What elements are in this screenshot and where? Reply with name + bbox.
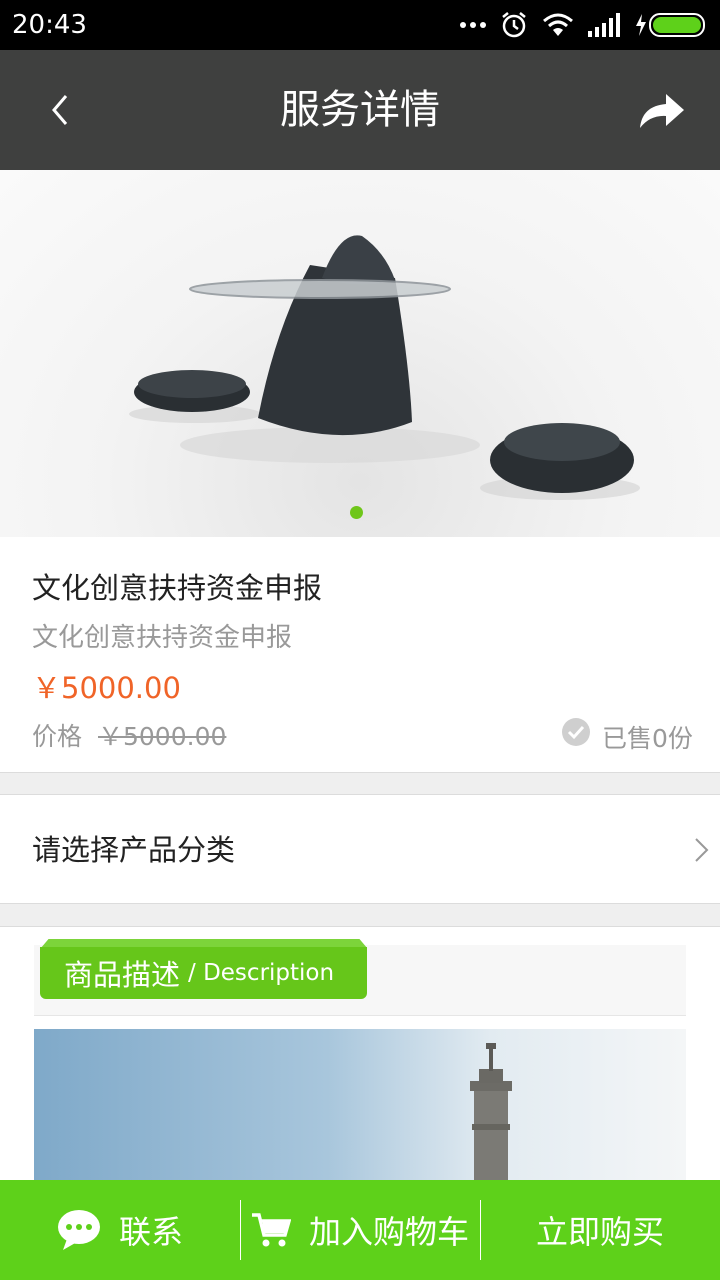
add-to-cart-label: 加入购物车 bbox=[308, 1213, 469, 1251]
product-price: ￥5000.00 bbox=[32, 671, 181, 705]
divider bbox=[240, 1200, 241, 1260]
description-subtitle: / Description bbox=[188, 960, 335, 986]
wifi-icon bbox=[543, 13, 573, 36]
product-subtitle: 文化创意扶持资金申报 bbox=[32, 623, 293, 653]
status-time: 20:43 bbox=[12, 10, 87, 40]
chevron-right-icon bbox=[695, 838, 709, 862]
carousel-indicator-dot[interactable] bbox=[350, 506, 363, 519]
alarm-icon bbox=[502, 12, 526, 38]
buy-now-button[interactable]: 立即购买 bbox=[480, 1180, 720, 1280]
product-image-carousel[interactable] bbox=[0, 170, 720, 537]
description-section: 商品描述 / Description bbox=[0, 926, 720, 1189]
chat-icon bbox=[57, 1210, 100, 1250]
battery-icon bbox=[636, 13, 705, 37]
back-icon[interactable] bbox=[40, 84, 84, 136]
description-tag: 商品描述 / Description bbox=[40, 947, 367, 999]
description-title: 商品描述 bbox=[64, 958, 181, 992]
cart-icon bbox=[251, 1213, 291, 1247]
page-title: 服务详情 bbox=[280, 87, 440, 133]
sold-count: 已售0份 bbox=[602, 724, 693, 753]
contact-button[interactable]: 联系 bbox=[0, 1180, 240, 1280]
title-bar: 服务详情 bbox=[0, 50, 720, 170]
status-bar: 20:43 bbox=[0, 0, 720, 50]
tower-photo bbox=[470, 1043, 512, 1189]
signal-icon bbox=[588, 13, 620, 37]
description-image bbox=[34, 1029, 686, 1189]
check-circle-icon bbox=[562, 718, 590, 746]
description-tag-ear bbox=[41, 939, 367, 947]
add-to-cart-button[interactable]: 加入购物车 bbox=[240, 1180, 480, 1280]
product-image bbox=[129, 235, 640, 500]
share-icon[interactable] bbox=[632, 84, 688, 136]
bottom-action-bar: 联系 加入购物车 立即购买 bbox=[0, 1180, 720, 1280]
product-info-card: 文化创意扶持资金申报 文化创意扶持资金申报 ￥5000.00 价格 ￥5000.… bbox=[0, 537, 720, 773]
product-title: 文化创意扶持资金申报 bbox=[32, 571, 323, 605]
divider bbox=[480, 1200, 481, 1260]
buy-now-label: 立即购买 bbox=[535, 1213, 664, 1251]
price-label: 价格 bbox=[32, 722, 83, 751]
more-dots-icon bbox=[460, 22, 486, 28]
category-label: 请选择产品分类 bbox=[32, 833, 236, 867]
status-icons bbox=[460, 11, 708, 39]
contact-label: 联系 bbox=[118, 1213, 183, 1251]
original-price: ￥5000.00 bbox=[98, 722, 227, 751]
category-select-row[interactable]: 请选择产品分类 bbox=[0, 794, 720, 904]
